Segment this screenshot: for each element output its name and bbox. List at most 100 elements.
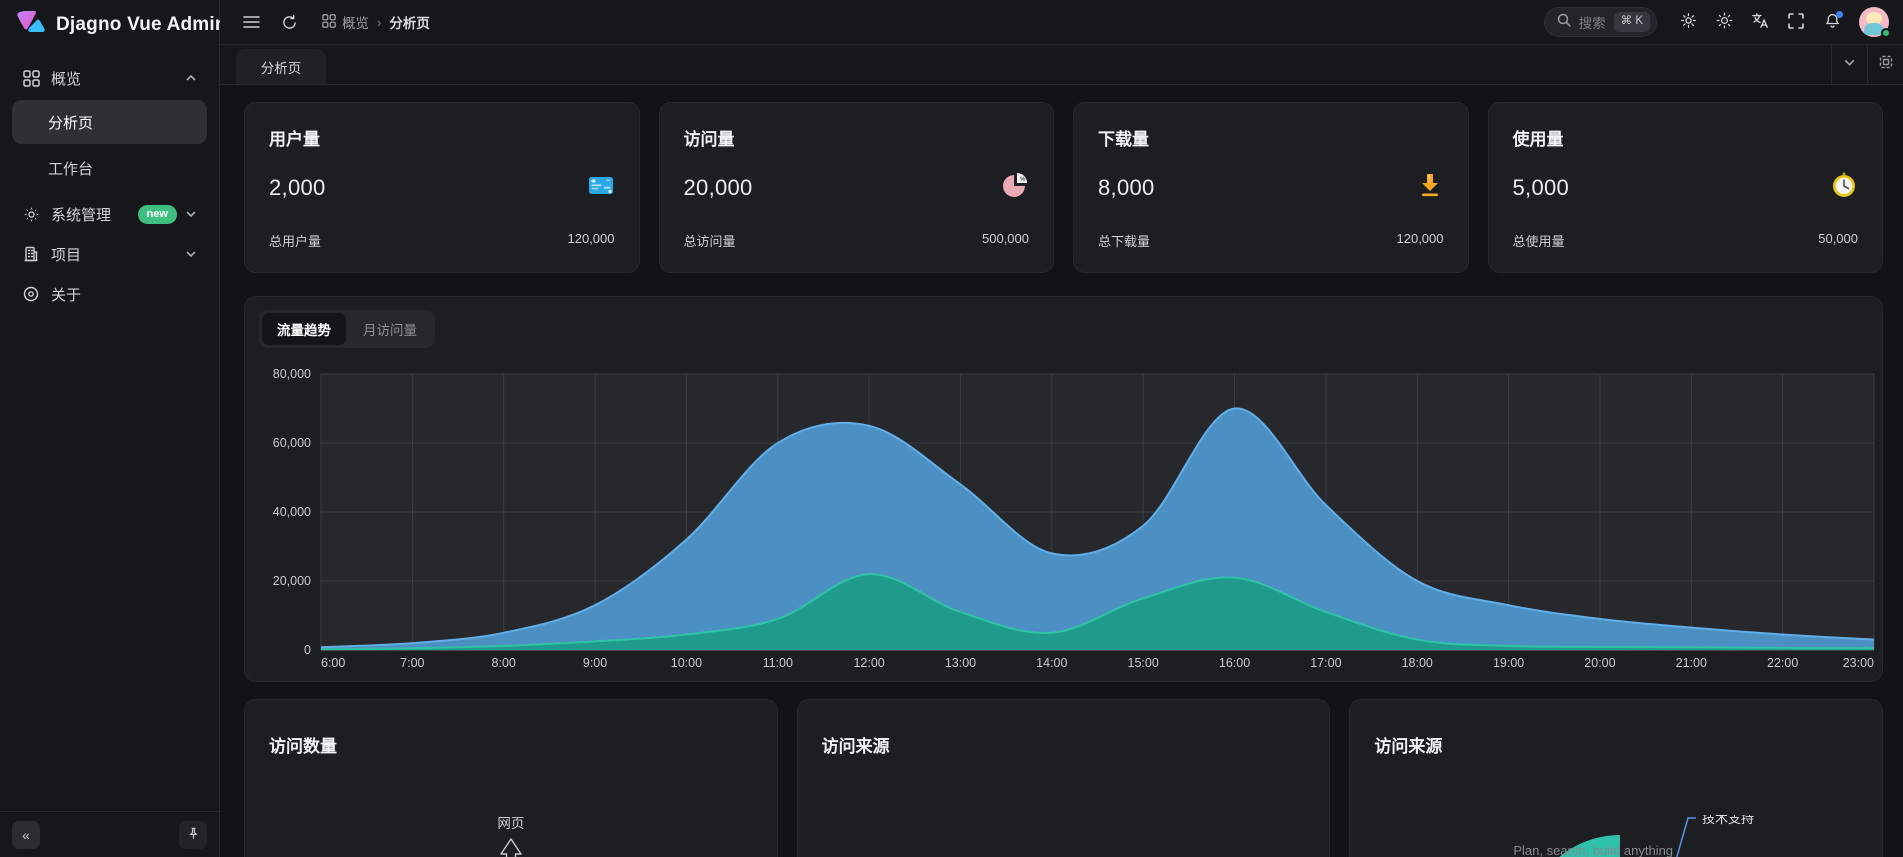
maximize-icon [1879, 55, 1893, 74]
notifications-button[interactable] [1817, 7, 1847, 37]
tab-monthly-visits[interactable]: 月访问量 [348, 313, 432, 345]
stats-row: 用户量 2,000 总用户量 [244, 102, 1883, 273]
sidebar-menu: 概览 分析页 工作台 系统管理 ne [0, 50, 219, 811]
svg-text:16:00: 16:00 [1219, 656, 1250, 670]
stat-title: 下载量 [1098, 125, 1444, 150]
sidebar-item-about[interactable]: 关于 [12, 274, 207, 314]
sidebar-item-system[interactable]: 系统管理 new [12, 194, 207, 234]
stat-footer: 总用户量 120,000 [269, 231, 615, 250]
visit-source-pie-card: 访问来源 [797, 699, 1331, 857]
tab-analysis[interactable]: 分析页 [236, 49, 326, 84]
stat-total-value: 120,000 [568, 231, 615, 250]
breadcrumb-separator: › [377, 15, 381, 30]
sidebar-item-label: 系统管理 [51, 204, 111, 225]
visit-source-rose-card: 访问来源 技术支持 Plan, search, build anything [1349, 699, 1883, 857]
rose-annotation-label: 技术支持 [1702, 815, 1754, 826]
maximize-content-button[interactable] [1867, 45, 1903, 84]
stat-total-label: 总访问量 [684, 231, 736, 250]
svg-text:12:00: 12:00 [853, 656, 884, 670]
sidebar: Djagno Vue Admin 概览 分析页 工作台 [0, 0, 220, 857]
settings-button[interactable] [1673, 7, 1703, 37]
svg-text:11:00: 11:00 [763, 656, 793, 670]
svg-text:18:00: 18:00 [1402, 656, 1433, 670]
trend-tabs: 流量趋势 月访问量 [259, 310, 435, 348]
svg-text:40,000: 40,000 [273, 505, 311, 519]
card-title: 访问来源 [1374, 732, 1858, 757]
pictorial-arrow-icon [498, 837, 524, 857]
fullscreen-button[interactable] [1781, 7, 1811, 37]
stat-value: 2,000 [269, 175, 326, 201]
sidebar-item-project[interactable]: 项目 [12, 234, 207, 274]
svg-text:8:00: 8:00 [492, 656, 516, 670]
svg-text:9:00: 9:00 [583, 656, 607, 670]
building-icon [22, 245, 40, 263]
sidebar-item-label: 概览 [51, 68, 81, 89]
stat-total-value: 500,000 [982, 231, 1029, 250]
app-root: Djagno Vue Admin 概览 分析页 工作台 [0, 0, 1903, 857]
breadcrumb-root-label: 概览 [342, 12, 369, 32]
sun-icon [1716, 12, 1733, 32]
theme-toggle-button[interactable] [1709, 7, 1739, 37]
user-avatar[interactable] [1859, 7, 1889, 37]
stat-total-label: 总下载量 [1098, 231, 1150, 250]
sidebar-item-label: 工作台 [48, 158, 93, 179]
stat-value: 8,000 [1098, 175, 1155, 201]
stat-footer: 总使用量 50,000 [1513, 231, 1859, 250]
page-content: 用户量 2,000 总用户量 [220, 85, 1903, 857]
search-input[interactable]: 搜索 ⌘ K [1544, 7, 1657, 37]
hamburger-menu-button[interactable] [236, 7, 266, 37]
collapse-sidebar-button[interactable]: « [12, 821, 40, 849]
stat-total-value: 50,000 [1818, 231, 1858, 250]
sidebar-item-analysis[interactable]: 分析页 [12, 100, 207, 144]
svg-text:10:00: 10:00 [671, 656, 702, 670]
stat-title: 访问量 [684, 125, 1030, 150]
bottom-cards-row: 访问数量 网页 访问来源 访问来源 [244, 699, 1883, 857]
pie-chart-top [978, 838, 1148, 857]
stat-value: 5,000 [1513, 175, 1570, 201]
logo-row[interactable]: Djagno Vue Admin [0, 0, 219, 50]
online-status-dot [1881, 28, 1891, 38]
pie-chart-icon: % [1001, 171, 1029, 199]
stat-title: 用户量 [269, 125, 615, 150]
stat-total-label: 总用户量 [269, 231, 321, 250]
pin-sidebar-button[interactable] [179, 821, 207, 849]
gear-icon [1680, 12, 1697, 32]
traffic-area-chart: 6:007:008:009:0010:0011:0012:0013:0014:0… [246, 356, 1881, 678]
svg-text:0: 0 [304, 643, 311, 657]
new-badge: new [138, 205, 177, 224]
svg-text:80,000: 80,000 [273, 367, 311, 381]
chevron-down-icon [185, 248, 197, 260]
breadcrumb-current: 分析页 [389, 12, 430, 32]
sidebar-item-label: 关于 [51, 284, 81, 305]
stat-total-label: 总使用量 [1513, 231, 1565, 250]
header-actions: 搜索 ⌘ K [1544, 7, 1889, 37]
svg-text:%: % [1020, 177, 1026, 183]
main-area: 概览 › 分析页 搜索 ⌘ K [220, 0, 1903, 857]
chevron-down-icon [1843, 56, 1856, 74]
svg-text:60,000: 60,000 [273, 436, 311, 450]
stat-card-usage: 使用量 5,000 总使用量 50,000 [1488, 102, 1884, 273]
credit-card-icon [587, 171, 615, 199]
svg-text:15:00: 15:00 [1128, 656, 1159, 670]
search-shortcut: ⌘ K [1614, 12, 1650, 32]
language-button[interactable] [1745, 7, 1775, 37]
svg-text:20:00: 20:00 [1584, 656, 1615, 670]
svg-text:22:00: 22:00 [1767, 656, 1798, 670]
fullscreen-icon [1788, 13, 1804, 32]
stat-card-visits: 访问量 20,000 % 总访问量 500,000 [659, 102, 1055, 273]
refresh-button[interactable] [274, 7, 304, 37]
sidebar-item-overview[interactable]: 概览 [12, 58, 207, 98]
sidebar-item-workbench[interactable]: 工作台 [12, 146, 207, 190]
svg-text:20,000: 20,000 [273, 574, 311, 588]
svg-text:23:00: 23:00 [1843, 656, 1874, 670]
card-title: 访问数量 [269, 732, 753, 757]
tabbar-controls [1831, 45, 1903, 84]
tab-traffic-trend[interactable]: 流量趋势 [262, 313, 346, 345]
gear-icon [22, 205, 40, 223]
stat-title: 使用量 [1513, 125, 1859, 150]
breadcrumb-root[interactable]: 概览 [322, 12, 369, 32]
top-header: 概览 › 分析页 搜索 ⌘ K [220, 0, 1903, 44]
pin-icon [187, 827, 200, 843]
svg-text:19:00: 19:00 [1493, 656, 1524, 670]
tab-list-dropdown-button[interactable] [1831, 45, 1867, 84]
